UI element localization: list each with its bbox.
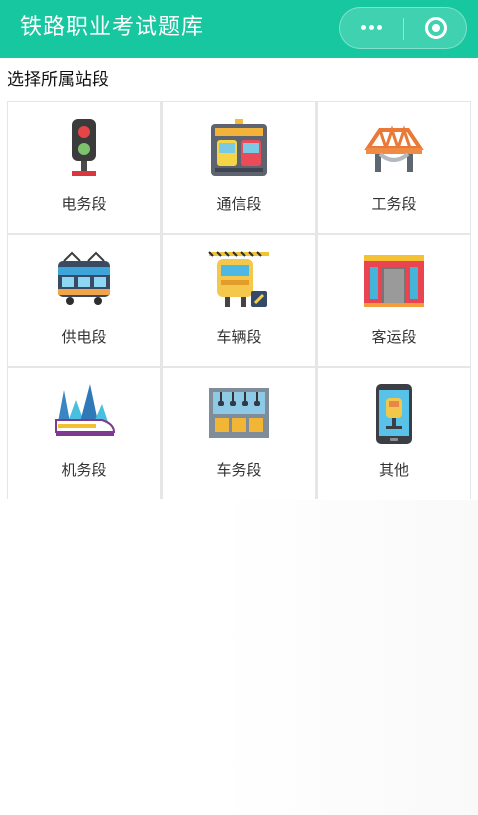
train-interior-icon: [207, 382, 271, 446]
background-shade: [220, 500, 478, 815]
section-title: 选择所属站段: [7, 70, 109, 90]
more-dots-icon: [361, 25, 366, 30]
locomotive-icon: [52, 382, 116, 446]
mini-program-capsule: [339, 7, 467, 49]
station-item-tongxin[interactable]: 通信段: [163, 102, 315, 233]
station-grid: 电务段 通信段 工务段 供电段 车辆段 客运段 机务段 车务段 其他: [7, 101, 471, 499]
station-item-qita[interactable]: 其他: [318, 368, 470, 499]
station-label: 车辆段: [216, 328, 262, 346]
station-item-cheliang[interactable]: 车辆段: [163, 235, 315, 366]
station-item-gongdian[interactable]: 供电段: [8, 235, 160, 366]
station-label: 供电段: [61, 328, 107, 346]
station-label: 通信段: [216, 195, 262, 213]
station-label: 电务段: [61, 195, 107, 213]
electric-train-icon: [52, 249, 116, 313]
station-item-keyun[interactable]: 客运段: [318, 235, 470, 366]
station-item-jiwu[interactable]: 机务段: [8, 368, 160, 499]
station-item-gongwu[interactable]: 工务段: [318, 102, 470, 233]
traffic-signal-icon: [52, 116, 116, 180]
station-label: 工务段: [371, 195, 417, 213]
app-title: 铁路职业考试题库: [20, 15, 205, 40]
communication-panel-icon: [207, 116, 271, 180]
station-label: 其他: [378, 461, 409, 479]
station-label: 机务段: [61, 461, 107, 479]
mobile-phone-icon: [362, 382, 426, 446]
station-label: 车务段: [216, 461, 262, 479]
top-bar: 铁路职业考试题库: [0, 0, 478, 58]
rail-vehicle-icon: [207, 249, 271, 313]
station-label: 客运段: [371, 328, 417, 346]
bridge-icon: [362, 116, 426, 180]
station-item-chewu[interactable]: 车务段: [163, 368, 315, 499]
passenger-station-icon: [362, 249, 426, 313]
close-button[interactable]: [404, 8, 466, 48]
more-button[interactable]: [340, 8, 403, 48]
station-item-dianwu[interactable]: 电务段: [8, 102, 160, 233]
